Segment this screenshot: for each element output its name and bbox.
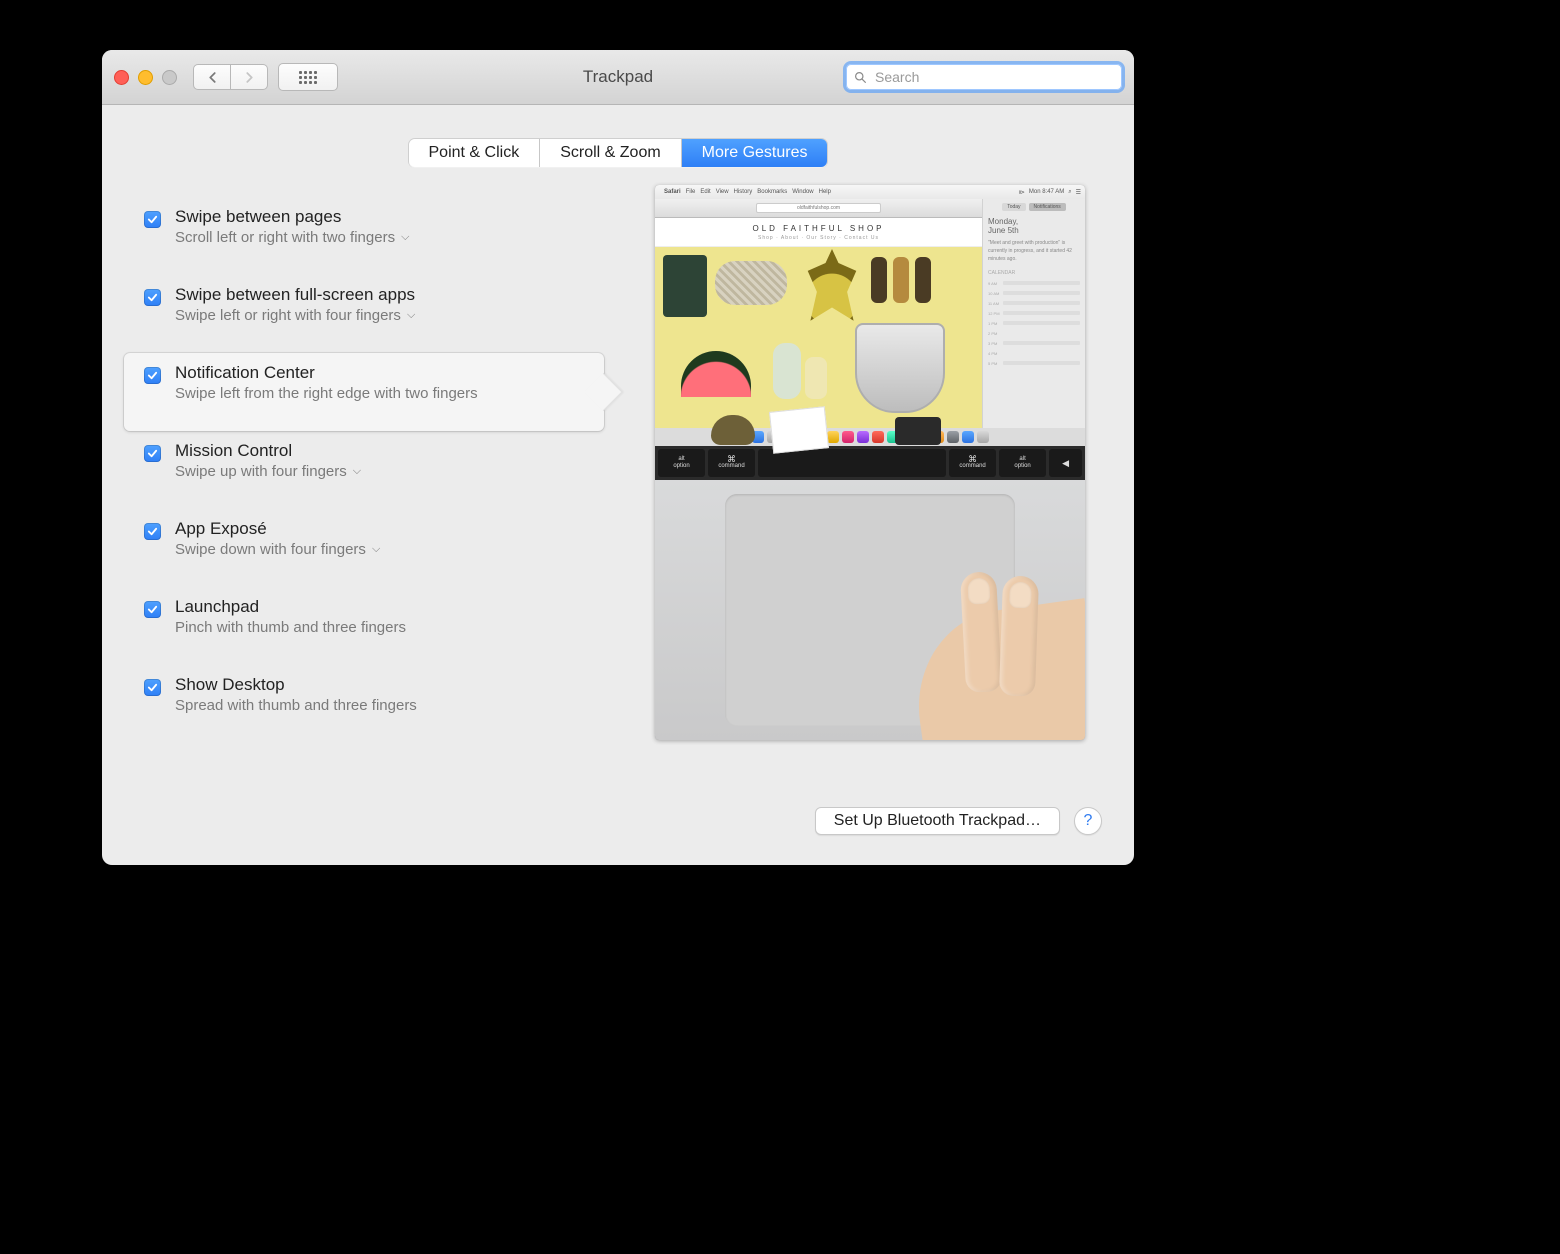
bottom-bar: Set Up Bluetooth Trackpad… ? bbox=[118, 807, 1118, 851]
preview-trackpad-area bbox=[655, 480, 1085, 740]
preview-safari-header: OLD FAITHFUL SHOP Shop · About · Our Sto… bbox=[655, 218, 982, 247]
option-text: App Exposé Swipe down with four fingers … bbox=[175, 519, 586, 558]
traffic-lights bbox=[114, 70, 177, 85]
preferences-window: Trackpad Point & Click Scroll & Zoom Mor… bbox=[102, 50, 1134, 865]
checkbox-app-expose[interactable] bbox=[144, 523, 161, 540]
option-title: Notification Center bbox=[175, 363, 586, 383]
checkbox-show-desktop[interactable] bbox=[144, 679, 161, 696]
content-area: Point & Click Scroll & Zoom More Gesture… bbox=[102, 105, 1134, 865]
chevron-down-icon: ⌵ bbox=[353, 465, 361, 478]
forward-button[interactable] bbox=[231, 64, 268, 90]
preview-hand-icon bbox=[885, 560, 1085, 740]
option-show-desktop[interactable]: Show Desktop Spread with thumb and three… bbox=[124, 665, 604, 743]
chevron-down-icon: ⌵ bbox=[407, 309, 415, 322]
preview-screen: Safari File Edit View History Bookmarks … bbox=[655, 185, 1085, 740]
tab-point-click[interactable]: Point & Click bbox=[409, 139, 541, 167]
checkbox-swipe-pages[interactable] bbox=[144, 211, 161, 228]
preview-notification-center: Today Notifications Monday, June 5th "Me… bbox=[982, 199, 1085, 428]
search-field[interactable] bbox=[846, 64, 1122, 90]
notification-center-icon: ☰ bbox=[1076, 189, 1081, 196]
option-subtitle[interactable]: Swipe left or right with four fingers ⌵ bbox=[175, 307, 586, 324]
search-icon bbox=[854, 71, 867, 84]
titlebar: Trackpad bbox=[102, 50, 1134, 105]
option-title: Mission Control bbox=[175, 441, 586, 461]
tab-bar: Point & Click Scroll & Zoom More Gesture… bbox=[409, 139, 828, 167]
option-text: Show Desktop Spread with thumb and three… bbox=[175, 675, 586, 714]
zoom-window-button bbox=[162, 70, 177, 85]
option-subtitle[interactable]: Swipe up with four fingers ⌵ bbox=[175, 463, 586, 480]
option-text: Notification Center Swipe left from the … bbox=[175, 363, 586, 402]
grid-icon bbox=[299, 71, 317, 84]
option-swipe-pages[interactable]: Swipe between pages Scroll left or right… bbox=[124, 197, 604, 275]
tab-scroll-zoom[interactable]: Scroll & Zoom bbox=[540, 139, 681, 167]
option-subtitle: Swipe left from the right edge with two … bbox=[175, 385, 586, 402]
option-notification-center[interactable]: Notification Center Swipe left from the … bbox=[124, 353, 604, 431]
back-button[interactable] bbox=[193, 64, 231, 90]
preview-desktop: oldfaithfulshop.com OLD FAITHFUL SHOP Sh… bbox=[655, 199, 1085, 428]
gesture-preview: Safari File Edit View History Bookmarks … bbox=[628, 185, 1112, 807]
gesture-options: Swipe between pages Scroll left or right… bbox=[124, 185, 604, 807]
search-icon: ⌕ bbox=[1068, 189, 1071, 196]
option-title: Launchpad bbox=[175, 597, 586, 617]
checkbox-mission-control[interactable] bbox=[144, 445, 161, 462]
search-input[interactable] bbox=[873, 68, 1114, 86]
preview-safari-toolbar: oldfaithfulshop.com bbox=[655, 199, 982, 218]
option-subtitle[interactable]: Scroll left or right with two fingers ⌵ bbox=[175, 229, 586, 246]
option-text: Launchpad Pinch with thumb and three fin… bbox=[175, 597, 586, 636]
option-text: Swipe between pages Scroll left or right… bbox=[175, 207, 586, 246]
option-subtitle: Spread with thumb and three fingers bbox=[175, 697, 586, 714]
wifi-icon: ⧐ bbox=[1019, 189, 1025, 196]
preview-keyboard: altoption ⌘command ⌘command altoption ◀ bbox=[655, 446, 1085, 480]
option-subtitle: Pinch with thumb and three fingers bbox=[175, 619, 586, 636]
option-title: Swipe between pages bbox=[175, 207, 586, 227]
nc-date: Monday, June 5th bbox=[988, 217, 1080, 235]
help-button[interactable]: ? bbox=[1074, 807, 1102, 835]
option-text: Swipe between full-screen apps Swipe lef… bbox=[175, 285, 586, 324]
option-swipe-fullscreen[interactable]: Swipe between full-screen apps Swipe lef… bbox=[124, 275, 604, 353]
main-row: Swipe between pages Scroll left or right… bbox=[118, 167, 1118, 807]
setup-bluetooth-trackpad-button[interactable]: Set Up Bluetooth Trackpad… bbox=[815, 807, 1060, 835]
preview-safari-content bbox=[655, 247, 982, 428]
nc-tabs: Today Notifications bbox=[988, 203, 1080, 211]
nav-buttons bbox=[193, 64, 268, 90]
option-title: App Exposé bbox=[175, 519, 586, 539]
checkbox-swipe-fullscreen[interactable] bbox=[144, 289, 161, 306]
tab-more-gestures[interactable]: More Gestures bbox=[682, 139, 828, 167]
checkbox-launchpad[interactable] bbox=[144, 601, 161, 618]
preview-safari: oldfaithfulshop.com OLD FAITHFUL SHOP Sh… bbox=[655, 199, 982, 428]
option-mission-control[interactable]: Mission Control Swipe up with four finge… bbox=[124, 431, 604, 509]
close-window-button[interactable] bbox=[114, 70, 129, 85]
minimize-window-button[interactable] bbox=[138, 70, 153, 85]
option-title: Show Desktop bbox=[175, 675, 586, 695]
show-all-button[interactable] bbox=[278, 63, 338, 91]
chevron-down-icon: ⌵ bbox=[372, 543, 380, 556]
option-text: Mission Control Swipe up with four finge… bbox=[175, 441, 586, 480]
preview-menubar: Safari File Edit View History Bookmarks … bbox=[655, 185, 1085, 199]
chevron-down-icon: ⌵ bbox=[401, 231, 409, 244]
checkbox-notification-center[interactable] bbox=[144, 367, 161, 384]
option-app-expose[interactable]: App Exposé Swipe down with four fingers … bbox=[124, 509, 604, 587]
option-launchpad[interactable]: Launchpad Pinch with thumb and three fin… bbox=[124, 587, 604, 665]
option-title: Swipe between full-screen apps bbox=[175, 285, 586, 305]
option-subtitle[interactable]: Swipe down with four fingers ⌵ bbox=[175, 541, 586, 558]
